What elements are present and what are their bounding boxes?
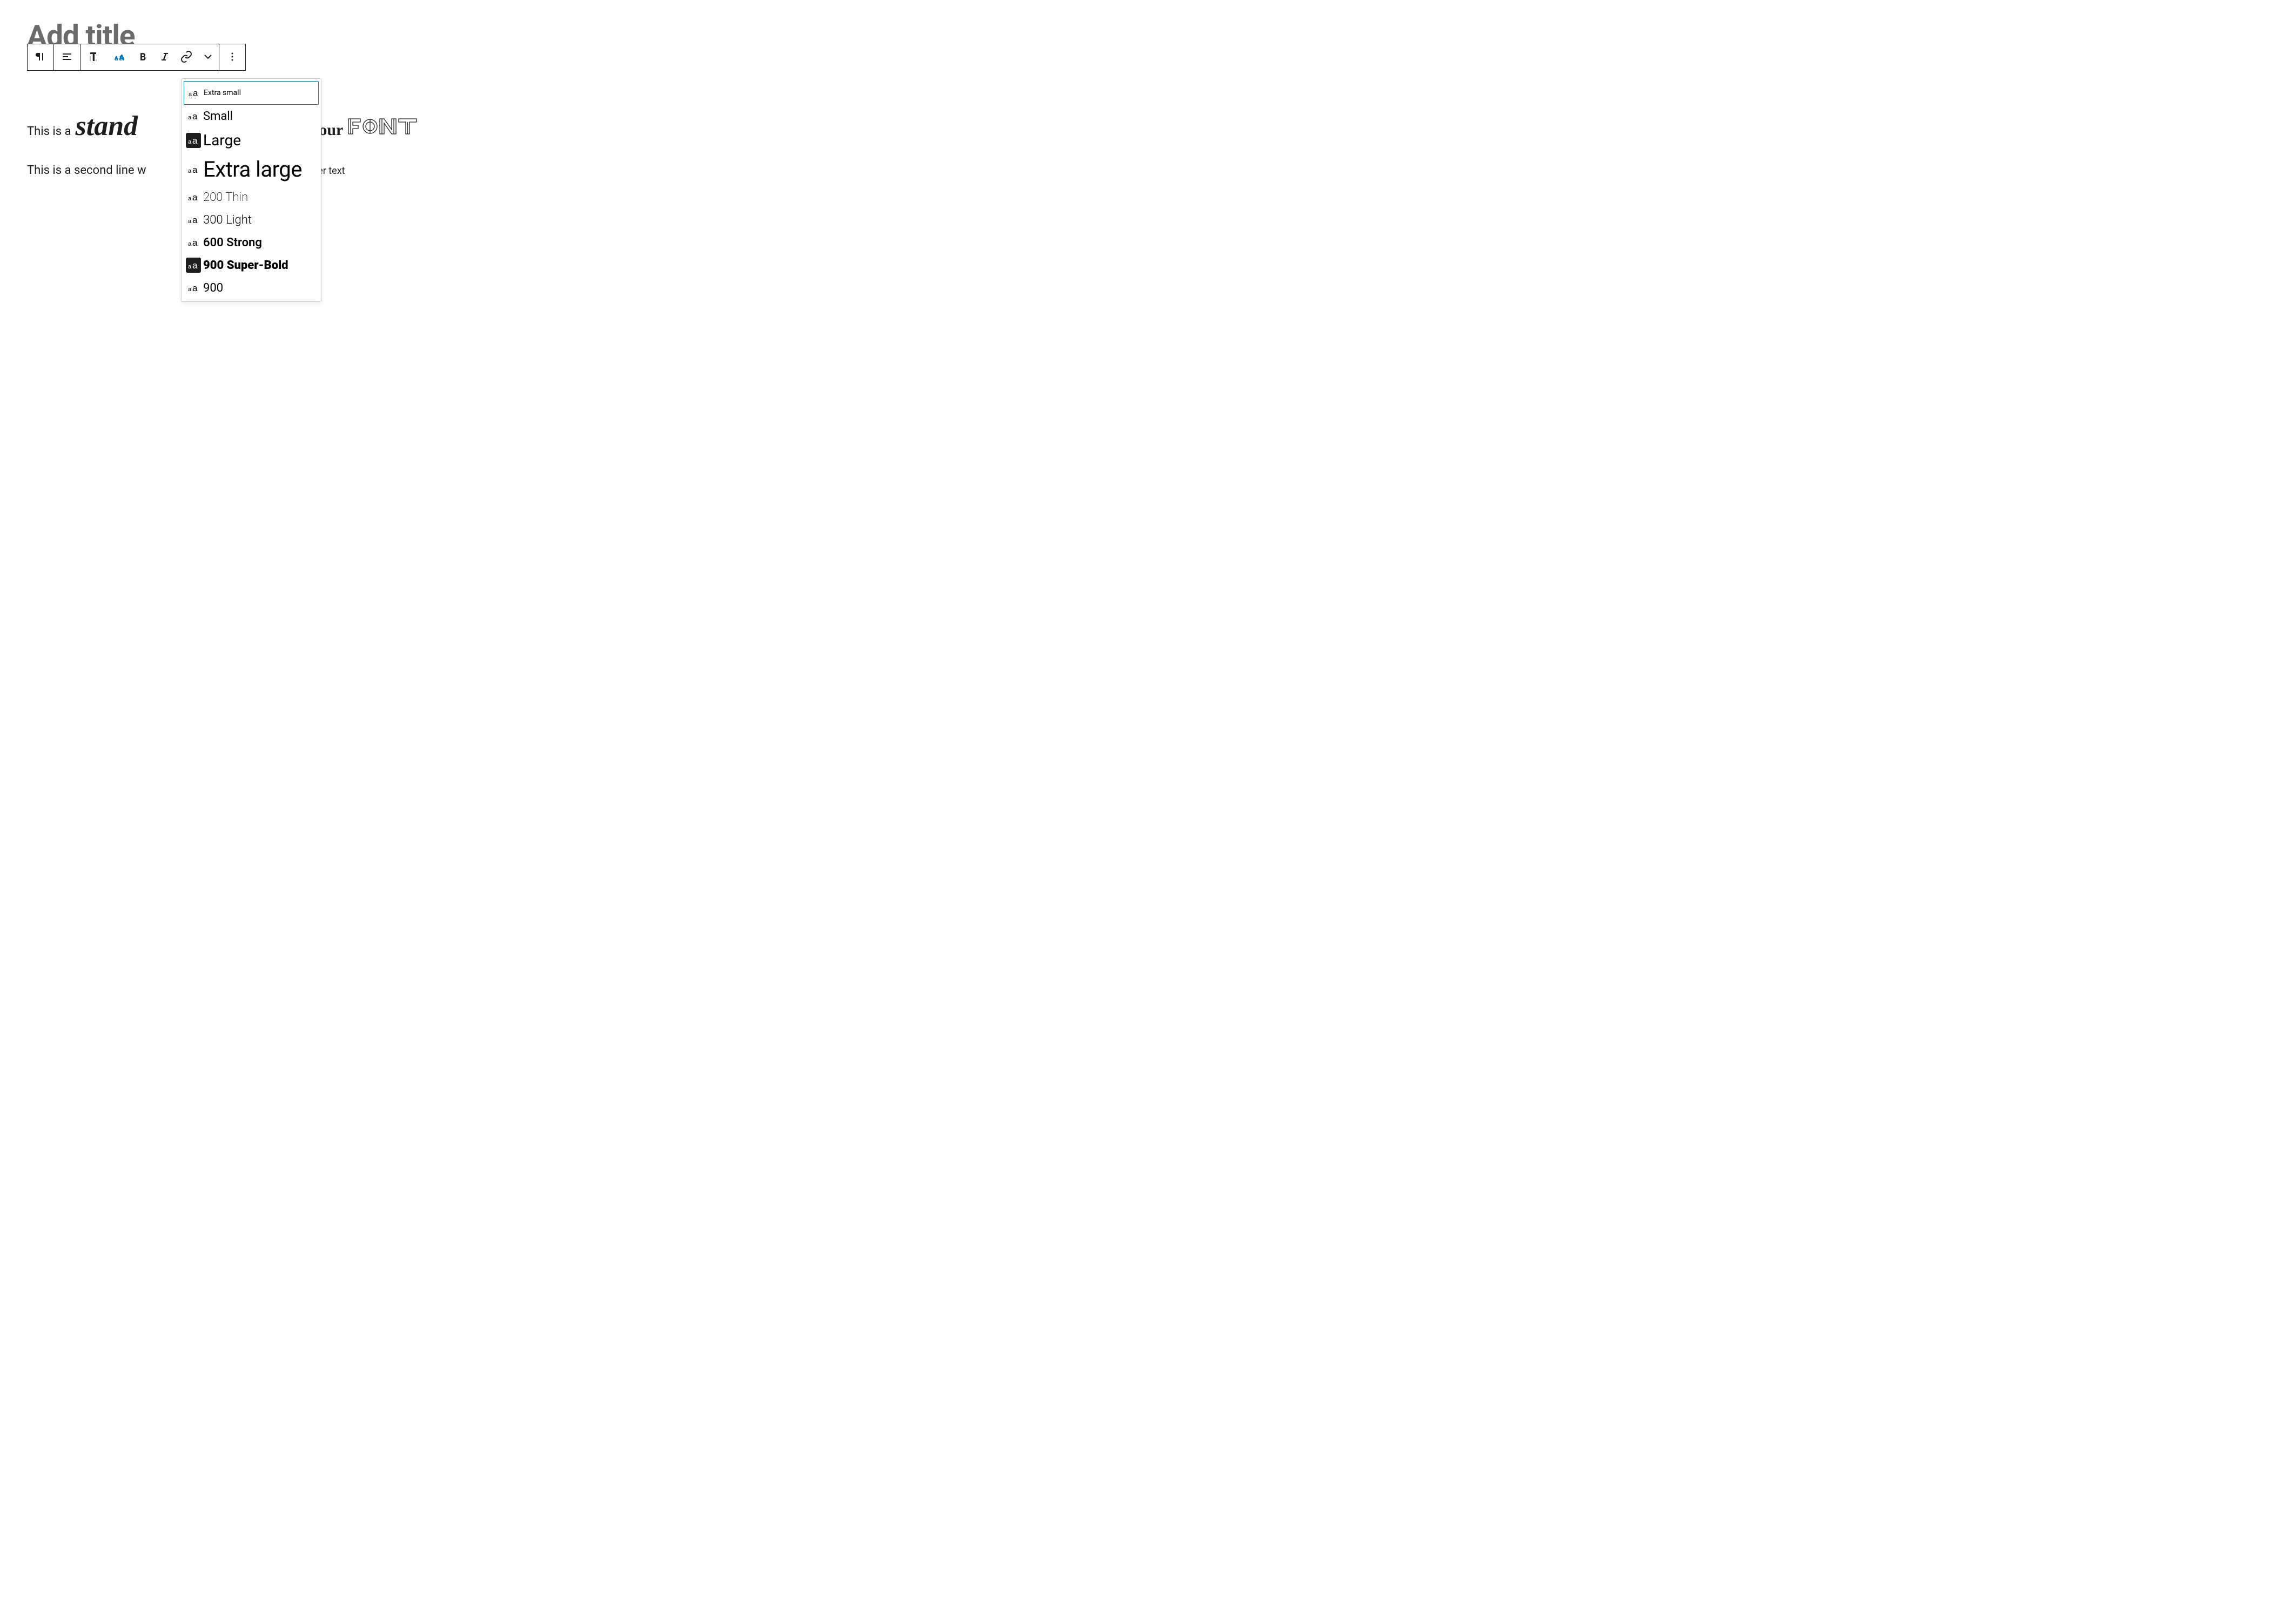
block-toolbar: aa [27, 44, 246, 71]
font-size-option-label: 600 Strong [203, 236, 262, 250]
svg-text:a: a [188, 286, 192, 293]
font-size-option-label: 900 Super-Bold [203, 259, 288, 272]
font-size-icon: aa [186, 133, 201, 148]
content-line-1[interactable]: This is a stand with your [27, 110, 2242, 142]
font-size-icon: aa [186, 162, 201, 177]
font-size-option-label: 300 Light [203, 213, 252, 227]
svg-text:a: a [189, 91, 192, 98]
font-size-dropdown: aaExtra smallaaSmallaaLargeaaExtra large… [181, 78, 321, 302]
editor-area: Add title [27, 19, 2242, 177]
paragraph-icon [34, 50, 47, 65]
font-size-icon: aa [186, 190, 201, 205]
align-icon [61, 50, 73, 65]
font-size-option[interactable]: aaExtra large [184, 153, 319, 186]
svg-text:a: a [192, 111, 198, 122]
font-size-option-label: 200 Thin [203, 191, 248, 204]
svg-text:a: a [188, 196, 192, 202]
font-size-option[interactable]: aa600 Strong [184, 231, 319, 254]
font-size-option[interactable]: aaExtra small [184, 81, 319, 105]
font-size-option[interactable]: aaLarge [184, 127, 319, 153]
italic-button[interactable] [154, 44, 176, 70]
text-segment: This is a second line w [27, 164, 146, 177]
font-size-icon: aa [186, 235, 201, 250]
bold-icon [137, 50, 150, 65]
svg-text:a: a [188, 114, 192, 121]
font-size-option-label: Small [203, 110, 233, 123]
font-size-option-label: Extra small [204, 89, 241, 97]
font-size-option-label: 900 [203, 281, 223, 295]
font-size-option-label: Extra large [203, 157, 302, 182]
align-button[interactable] [54, 44, 80, 70]
svg-text:a: a [188, 241, 192, 247]
font-size-icon: aa [186, 109, 201, 124]
font-size-icon: aa [186, 85, 202, 100]
font-size-option[interactable]: aa900 [184, 277, 319, 299]
svg-text:a: a [192, 165, 198, 175]
font-family-button[interactable] [80, 44, 106, 70]
font-size-button[interactable]: aa [106, 44, 132, 70]
svg-text:a: a [188, 264, 192, 270]
svg-text:a: a [192, 283, 198, 293]
text-font-word [347, 118, 418, 140]
text-scripted-word: stand [76, 110, 138, 142]
font-size-icon: aa [113, 50, 126, 65]
font-size-option[interactable]: aaSmall [184, 105, 319, 127]
title-placeholder[interactable]: Add title [27, 19, 2242, 53]
svg-text:a: a [115, 56, 118, 62]
svg-text:a: a [192, 192, 198, 203]
svg-text:a: a [193, 88, 198, 98]
font-size-option[interactable]: aa900 Super-Bold [184, 254, 319, 277]
bold-button[interactable] [132, 44, 154, 70]
more-formatting-button[interactable] [197, 44, 219, 70]
svg-text:a: a [192, 260, 198, 271]
link-icon [180, 50, 193, 65]
svg-text:a: a [188, 218, 192, 225]
font-size-option[interactable]: aa200 Thin [184, 186, 319, 208]
font-size-option[interactable]: aa300 Light [184, 208, 319, 231]
text-segment: This is a [27, 125, 71, 138]
italic-icon [158, 50, 171, 65]
font-outline-icon [347, 118, 418, 135]
svg-text:a: a [188, 168, 192, 174]
font-icon [87, 50, 100, 65]
svg-text:a: a [192, 238, 198, 248]
svg-text:a: a [192, 136, 198, 146]
svg-text:a: a [119, 52, 124, 63]
link-button[interactable] [176, 44, 197, 70]
font-size-icon: aa [186, 280, 201, 295]
font-size-option-label: Large [203, 131, 241, 149]
svg-text:a: a [192, 215, 198, 225]
options-button[interactable] [219, 44, 245, 70]
font-size-icon: aa [186, 212, 201, 227]
chevron-down-icon [202, 50, 214, 65]
more-vertical-icon [226, 50, 239, 65]
svg-text:a: a [188, 139, 192, 145]
font-size-icon: aa [186, 258, 201, 273]
content-line-2[interactable]: This is a second line w me smaller text [27, 164, 2242, 177]
paragraph-block-button[interactable] [28, 44, 53, 70]
